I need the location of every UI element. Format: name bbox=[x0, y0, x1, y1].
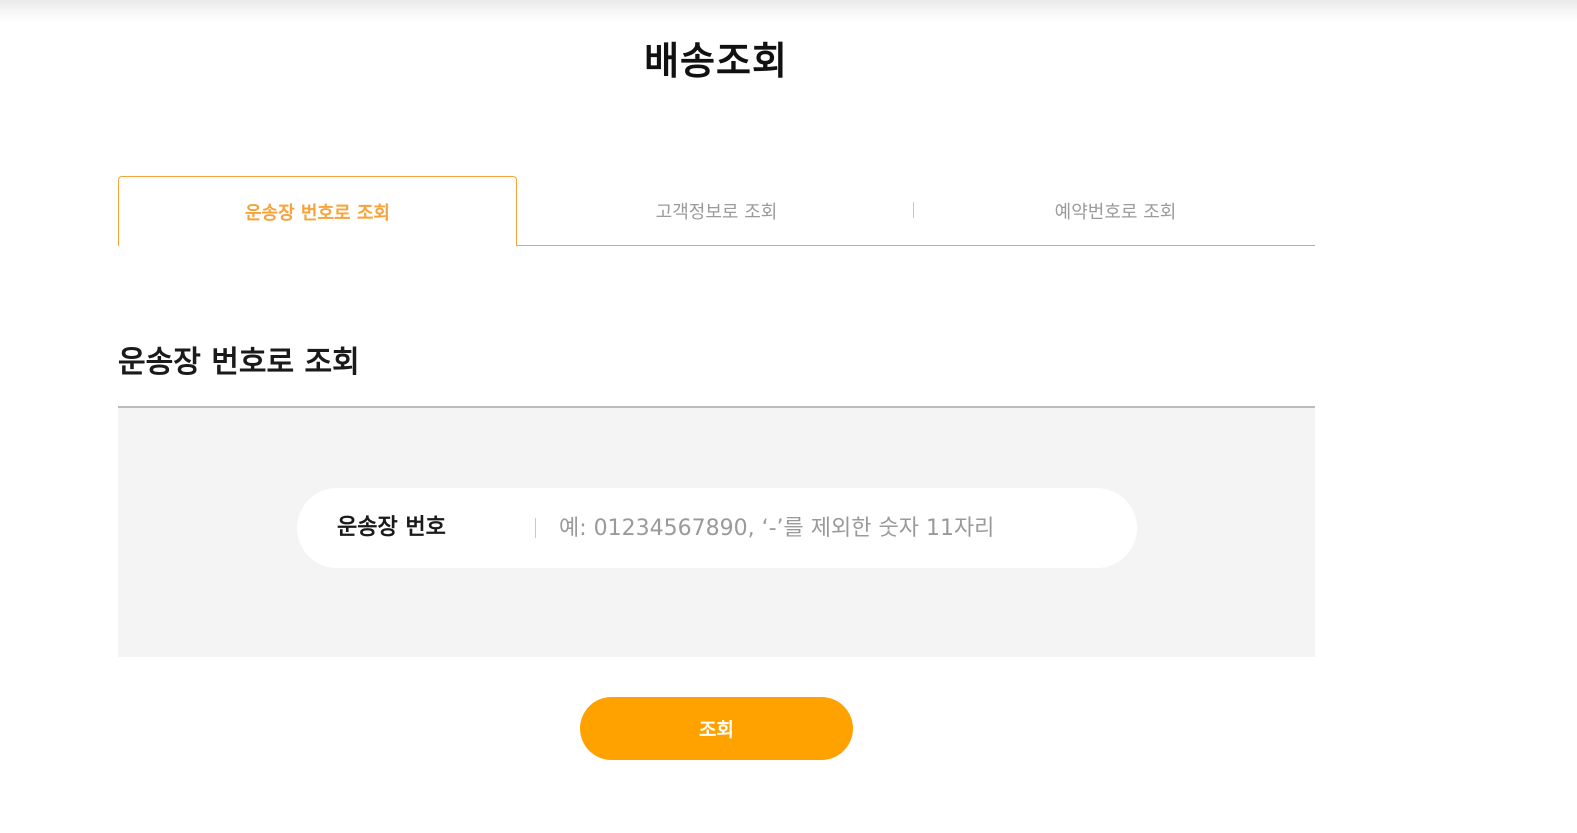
page: 배송조회 운송장 번호로 조회 고객정보로 조회 예약번호로 조회 운송장 번호… bbox=[0, 0, 1577, 833]
section-title: 운송장 번호로 조회 bbox=[118, 345, 360, 380]
tab-reservation-number-label: 예약번호로 조회 bbox=[1054, 202, 1177, 223]
tab-waybill-number[interactable]: 운송장 번호로 조회 bbox=[118, 176, 517, 246]
page-title: 배송조회 bbox=[644, 39, 788, 83]
waybill-number-input[interactable] bbox=[559, 506, 1099, 550]
search-form-panel: 운송장 번호 bbox=[118, 406, 1315, 657]
tab-divider bbox=[913, 202, 914, 218]
field-separator bbox=[535, 518, 536, 538]
tab-waybill-number-label: 운송장 번호로 조회 bbox=[244, 202, 390, 224]
search-button[interactable]: 조회 bbox=[580, 697, 853, 760]
tab-customer-info[interactable]: 고객정보로 조회 bbox=[517, 176, 916, 246]
tab-reservation-number[interactable]: 예약번호로 조회 bbox=[916, 176, 1315, 246]
tab-customer-info-label: 고객정보로 조회 bbox=[655, 202, 778, 223]
waybill-field: 운송장 번호 bbox=[297, 488, 1137, 568]
lookup-tabs: 운송장 번호로 조회 고객정보로 조회 예약번호로 조회 bbox=[118, 176, 1315, 246]
waybill-field-label: 운송장 번호 bbox=[337, 515, 446, 540]
header-shadow bbox=[0, 0, 1577, 22]
